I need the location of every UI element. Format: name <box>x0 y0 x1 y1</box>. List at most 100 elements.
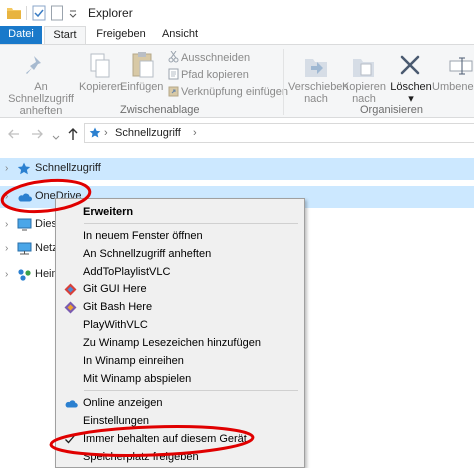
move-to-label-line2: nach <box>304 93 328 105</box>
title-bar: Explorer <box>0 0 474 26</box>
paste-button[interactable]: Einfügen <box>120 81 163 93</box>
menu-item-label: In Winamp einreihen <box>83 355 184 367</box>
delete-button[interactable]: Löschen ▾ <box>390 81 432 105</box>
menu-item-open-new-window[interactable]: In neuem Fenster öffnen <box>58 227 302 245</box>
tab-share[interactable]: Freigeben <box>92 26 150 44</box>
menu-item-winamp-play[interactable]: Mit Winamp abspielen <box>58 370 302 388</box>
ribbon-group-divider <box>283 49 284 115</box>
network-icon <box>17 242 32 255</box>
up-arrow-icon[interactable] <box>67 127 79 141</box>
properties-icon[interactable] <box>32 5 46 21</box>
menu-item-play-with-vlc[interactable]: PlayWithVLC <box>58 316 302 334</box>
menu-item-winamp-bookmark[interactable]: Zu Winamp Lesezeichen hinzufügen <box>58 334 302 352</box>
menu-item-label: Einstellungen <box>83 415 150 427</box>
paste-shortcut-label: Verknüpfung einfügen <box>181 86 289 98</box>
menu-item-label: AddToPlaylistVLC <box>83 266 171 278</box>
menu-item-label: Erweitern <box>83 206 134 218</box>
move-to-icon <box>305 59 327 77</box>
menu-item-git-bash[interactable]: Git Bash Here <box>58 298 302 316</box>
ribbon-tabs: Datei Start Freigeben Ansicht <box>0 26 474 45</box>
ribbon: An Schnellzugriff anheften Kopieren Einf… <box>0 44 474 118</box>
menu-item-add-to-playlist-vlc[interactable]: AddToPlaylistVLC <box>58 263 302 281</box>
expand-arrow-icon[interactable]: › <box>5 219 8 230</box>
breadcrumb-chevron-icon[interactable]: › <box>193 127 197 139</box>
breadcrumb-quick-access[interactable]: Schnellzugriff <box>115 127 181 139</box>
recent-locations-icon[interactable] <box>52 131 60 145</box>
tree-item-quick-access[interactable]: › Schnellzugriff <box>0 158 474 180</box>
context-menu: Erweitern In neuem Fenster öffnen An Sch… <box>55 198 305 468</box>
copy-path-label: Pfad kopieren <box>181 69 249 81</box>
quick-access-star-icon <box>89 127 101 138</box>
menu-item-winamp-enqueue[interactable]: In Winamp einreihen <box>58 352 302 370</box>
clipboard-group-label: Zwischenablage <box>120 104 200 116</box>
new-folder-icon[interactable] <box>51 5 63 21</box>
navigation-bar: › Schnellzugriff › <box>0 118 474 148</box>
rename-button[interactable]: Umbenen <box>430 81 474 93</box>
menu-item-pin-quick-access[interactable]: An Schnellzugriff anheften <box>58 245 302 263</box>
copy-to-icon <box>353 59 374 77</box>
menu-item-label: Immer behalten auf diesem Gerät <box>83 433 247 445</box>
organize-group-label: Organisieren <box>360 104 423 116</box>
tab-view[interactable]: Ansicht <box>156 26 204 44</box>
move-to-button[interactable]: Verschieben nach <box>288 81 349 105</box>
menu-item-view-online[interactable]: Online anzeigen <box>58 394 302 412</box>
paste-shortcut-icon <box>168 86 179 97</box>
menu-divider <box>84 223 298 224</box>
expand-arrow-icon[interactable]: › <box>5 243 8 254</box>
computer-icon <box>17 218 32 231</box>
expand-arrow-icon[interactable]: › <box>5 191 8 202</box>
menu-item-label: Speicherplatz freigeben <box>83 451 199 463</box>
menu-item-expand[interactable]: Erweitern <box>58 203 302 221</box>
tab-start[interactable]: Start <box>44 26 86 45</box>
checkmark-icon <box>65 435 75 444</box>
git-bash-icon <box>64 301 77 314</box>
expand-arrow-icon[interactable]: › <box>5 269 8 280</box>
copy-icon <box>90 53 110 78</box>
menu-item-always-keep-on-device[interactable]: Immer behalten auf diesem Gerät <box>58 430 302 448</box>
expand-arrow-icon[interactable]: › <box>5 163 8 174</box>
address-bar[interactable]: › Schnellzugriff › <box>84 123 474 143</box>
tree-item-label: Schnellzugriff <box>35 162 101 174</box>
git-gui-icon <box>64 283 77 296</box>
pin-icon <box>26 56 41 74</box>
move-to-label-line1: Verschieben <box>288 81 349 93</box>
menu-item-label: Git GUI Here <box>83 283 147 295</box>
tree-item-label: Dies <box>35 218 58 230</box>
copy-path-icon <box>168 68 179 80</box>
copy-to-label-line1: Kopieren <box>341 81 387 93</box>
menu-item-label: PlayWithVLC <box>83 319 148 331</box>
cloud-icon <box>18 193 32 202</box>
copy-to-button[interactable]: Kopieren nach <box>340 81 388 105</box>
customize-dropdown-icon[interactable] <box>68 5 78 21</box>
scissors-icon <box>168 51 179 63</box>
menu-item-label: Git Bash Here <box>83 301 153 313</box>
menu-item-git-gui[interactable]: Git GUI Here <box>58 280 302 298</box>
homegroup-icon <box>18 269 31 281</box>
pin-quick-access-button[interactable]: An Schnellzugriff anheften <box>2 81 80 117</box>
cut-label: Ausschneiden <box>181 52 251 64</box>
copy-button[interactable]: Kopieren <box>78 81 124 93</box>
menu-item-label: Mit Winamp abspielen <box>83 373 192 385</box>
folder-icon[interactable] <box>6 5 22 21</box>
back-arrow-icon[interactable] <box>7 127 21 141</box>
forward-arrow-icon[interactable] <box>30 127 44 141</box>
menu-item-label: Online anzeigen <box>83 397 163 409</box>
rename-icon <box>449 57 473 75</box>
paste-icon <box>132 52 154 78</box>
cloud-icon <box>65 400 78 408</box>
menu-item-label: An Schnellzugriff anheften <box>83 248 212 260</box>
pin-label-line2: anheften <box>19 105 63 117</box>
menu-item-label: In neuem Fenster öffnen <box>83 230 203 242</box>
breadcrumb-chevron-icon[interactable]: › <box>104 127 108 139</box>
delete-label: Löschen <box>390 81 432 93</box>
pin-label-line1: An Schnellzugriff <box>8 81 74 105</box>
window-title: Explorer <box>88 6 133 20</box>
menu-item-settings[interactable]: Einstellungen <box>58 412 302 430</box>
quick-access-divider <box>26 6 27 20</box>
tab-file[interactable]: Datei <box>0 26 42 44</box>
menu-item-label: Zu Winamp Lesezeichen hinzufügen <box>83 337 261 349</box>
menu-item-free-up-space[interactable]: Speicherplatz freigeben <box>58 448 302 466</box>
menu-divider <box>84 390 298 391</box>
delete-icon <box>400 55 420 75</box>
star-icon <box>17 162 31 175</box>
